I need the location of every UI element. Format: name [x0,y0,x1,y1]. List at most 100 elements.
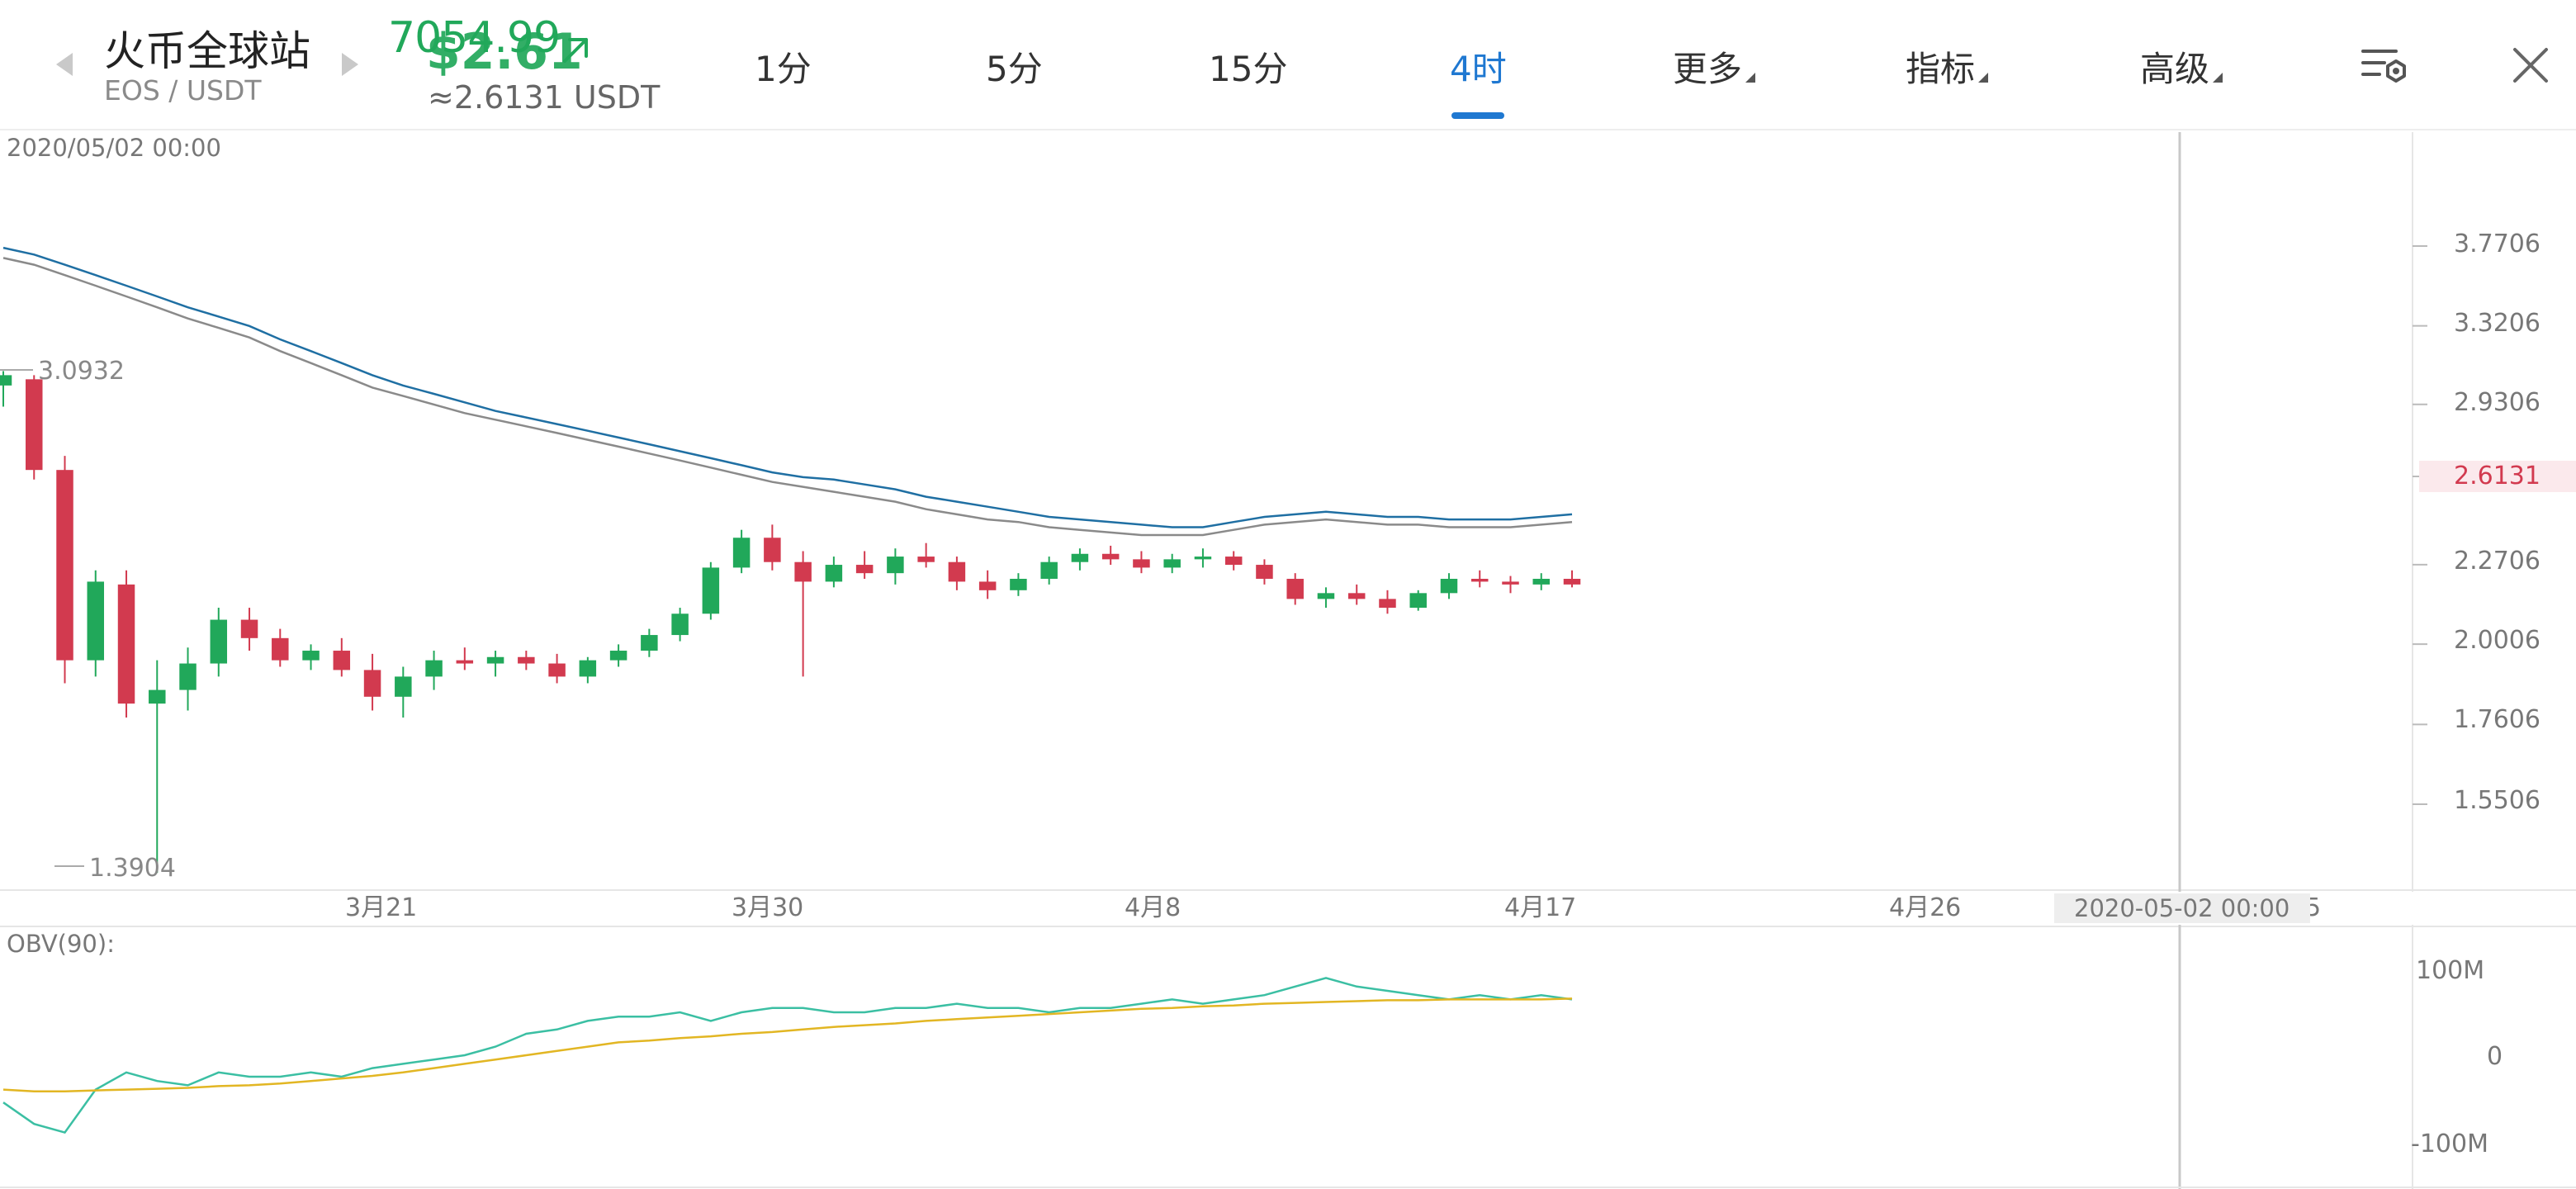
price-tick-label: 2.9306 [2454,388,2540,417]
close-icon[interactable] [2508,43,2553,88]
chart-timestamp: 2020/05/02 00:00 [7,134,221,162]
candle-down [548,663,566,677]
candle-down [333,651,351,670]
candle-down [1133,559,1150,568]
candle-up [1040,561,1058,579]
obv-tick-label: 100M [2416,956,2485,985]
candle-up [425,660,443,677]
date-tick-label: 4月8 [1125,893,1181,922]
candle-down [1502,581,1519,585]
tab-5min[interactable]: 5分 [986,41,1043,121]
min-price-label: 1.3904 [89,854,176,883]
candle-up [1409,593,1427,609]
candle-up [0,375,12,386]
chevron-left-icon[interactable] [48,48,81,81]
obv-lines [2,977,1573,1135]
exchange-name: 火币全球站 [104,27,310,75]
last-price: 7054.99 [388,13,561,63]
tab-label: 1分 [755,49,812,89]
tab-label: 15分 [1209,49,1288,89]
candle-up [87,581,105,661]
tab-label: 更多 [1673,49,1743,89]
tab-label: 指标 [1906,49,1976,89]
candle-down [855,565,874,574]
price-tick-label: 2.2706 [2454,547,2540,576]
tab-more[interactable]: 更多 [1673,41,1756,121]
candle-up [887,557,904,574]
obv-frame [0,925,2576,1189]
candle-down [272,637,289,661]
obv-ma-line [2,997,1573,1092]
date-tick-label: 4月26 [1889,893,1962,922]
tab-4hour[interactable]: 4时 [1450,41,1507,121]
candle-up [579,660,597,677]
price-tick-label: 1.7606 [2454,705,2540,734]
candle-down [1224,557,1243,566]
candle-down [518,656,535,664]
chevron-right-icon[interactable] [334,48,367,81]
candle-up [641,635,658,651]
crosshair-date: 2020-05-02 00:00 [2074,894,2290,922]
tab-indicators[interactable]: 指标 [1906,41,1989,121]
candle-down [456,660,474,664]
current-price-label: 2.6131 [2454,462,2540,490]
moving-average-lines [2,246,1573,537]
tab-1min[interactable]: 1分 [755,41,812,121]
date-tick-label: 3月21 [345,893,418,922]
candle-up [1440,578,1458,594]
candle-down [117,584,135,704]
candle-up [1532,578,1550,585]
tab-15min[interactable]: 15分 [1209,41,1287,121]
candle-up [1317,593,1335,599]
candle-up [1010,578,1027,590]
obv-chart[interactable] [0,925,2576,1189]
price-tick-label: 3.7706 [2454,230,2540,258]
candle-up [179,663,197,690]
tab-label: 5分 [986,49,1043,89]
candle-down [26,379,43,471]
tab-label: 4时 [1450,49,1507,89]
candle-up [732,538,751,568]
candle-up [486,656,504,664]
candle-down [764,538,781,562]
candle-up [1071,553,1089,562]
price-tick-label: 1.5506 [2454,786,2540,815]
candle-up [395,676,412,697]
candle-down [1101,553,1120,560]
obv-tick-label: 0 [2487,1042,2503,1071]
candle-down [1379,599,1396,609]
candle-down [240,619,258,638]
chart-settings-icon[interactable] [2360,43,2409,89]
candlestick-chart[interactable] [0,132,2576,892]
candle-up [302,651,320,661]
price-axis-ticks [2413,245,2427,805]
candle-down [948,561,966,582]
trading-pair: EOS / USDT [104,74,262,107]
candle-down [794,561,812,582]
price-tick-label: 3.3206 [2454,309,2540,338]
obv-indicator-label: OBV(90): [7,930,115,958]
candle-down [978,581,997,590]
price-tick-label: 2.0006 [2454,626,2540,655]
dropdown-triangle-icon [1978,73,1989,83]
candle-down [1286,578,1304,599]
tab-label: 高级 [2140,49,2210,89]
dropdown-triangle-icon [1745,73,1756,83]
candle-up [702,567,720,614]
date-tick-label: 4月17 [1504,893,1577,922]
candle-up [1163,559,1181,568]
candle-down [1470,578,1489,582]
candle-down [1347,593,1366,599]
active-tab-indicator [1451,112,1505,119]
candles [0,371,1581,874]
chart-frame [0,132,2576,892]
ma-line-gray [2,257,1573,537]
dropdown-triangle-icon [2213,73,2223,83]
candle-up [825,565,843,582]
arrow-up-right-icon [563,38,588,63]
candle-down [917,557,935,562]
candle-down [363,670,381,697]
tab-advanced[interactable]: 高级 [2140,41,2223,121]
candle-up [609,651,627,661]
candle-down [56,470,73,661]
